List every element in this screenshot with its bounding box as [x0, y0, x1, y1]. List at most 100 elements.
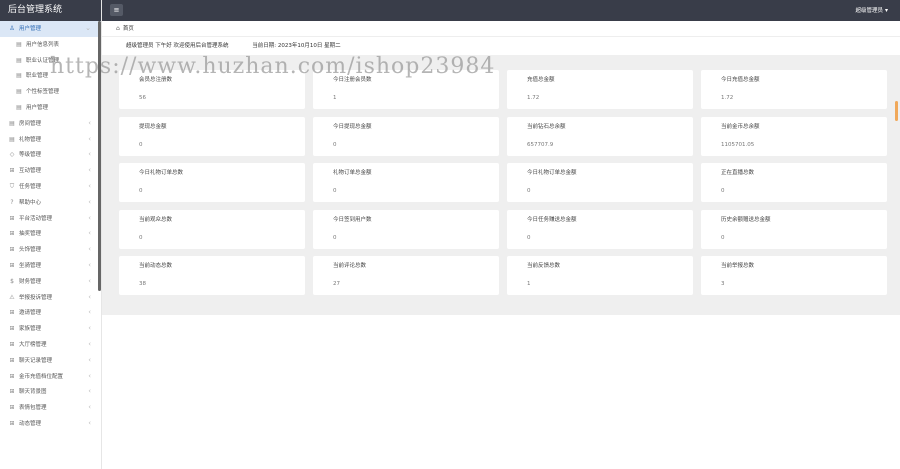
stat-card: 当前动态总数 38	[119, 256, 305, 295]
stat-value: 0	[139, 141, 143, 148]
sidebar-item[interactable]: ⊞ 头饰管理 ‹	[0, 242, 101, 258]
stat-label: 当前钻石总余额	[527, 123, 566, 130]
stat-card: 充值总金额 1.72	[507, 70, 693, 109]
sidebar-item[interactable]: ⛉ 任务管理 ‹	[0, 179, 101, 195]
stat-value: 0	[333, 234, 337, 241]
stat-card: 当前举报总数 3	[701, 256, 887, 295]
chevron-left-icon: ‹	[88, 197, 91, 206]
sidebar-item[interactable]: ▤ 礼物管理 ‹	[0, 132, 101, 148]
stat-card: 今日提现总金额 0	[313, 116, 499, 156]
sidebar-item[interactable]: ♙ 用户管理 ⌄	[0, 21, 101, 37]
sidebar-item[interactable]: ◇ 等级管理 ‹	[0, 147, 101, 163]
menu-toggle-icon[interactable]: ≡	[110, 4, 123, 16]
chevron-left-icon: ‹	[88, 150, 91, 159]
sidebar-item-label: 坐骑管理	[19, 262, 42, 269]
sidebar-item[interactable]: ▤ 房间管理 ‹	[0, 116, 101, 132]
stat-value: 657707.9	[527, 141, 554, 148]
sidebar-item[interactable]: ⊞ 聊天背景图 ‹	[0, 384, 101, 400]
sidebar-item-label: 头饰管理	[19, 247, 42, 254]
sidebar-item-label: 个性标签管理	[26, 89, 60, 96]
stat-label: 今日提现总金额	[333, 123, 372, 130]
chevron-down-icon: ⌄	[85, 24, 91, 32]
stat-value: 0	[333, 141, 337, 148]
sidebar-item-label: 邀请管理	[19, 310, 42, 317]
sidebar-item-label: 动态管理	[19, 420, 42, 427]
sidebar-menu: ♙ 用户管理 ⌄ ▤ 用户信息列表 ▤ 职业认证管理 ▤ 职业管理 ▤ 个性标签管理 ▤ 用户管理 ▤ 房间…	[0, 21, 101, 432]
sidebar-item[interactable]: ⚠ 举报投诉管理 ‹	[0, 290, 101, 306]
stat-value: 0	[721, 188, 725, 194]
welcome-greeting: 超级管理员 下午好 欢迎使用后台管理系统	[126, 43, 229, 49]
sidebar-item-label: 礼物管理	[19, 136, 42, 143]
breadcrumb-home[interactable]: 首页	[123, 26, 134, 32]
stat-card: 当前观众总数 0	[119, 209, 305, 249]
grid-icon: ⊞	[9, 214, 15, 222]
stat-value: 1.72	[527, 95, 540, 101]
chevron-left-icon: ‹	[88, 245, 91, 254]
chevron-left-icon: ‹	[88, 355, 91, 364]
sidebar-subitem[interactable]: ▤ 用户管理	[0, 100, 101, 116]
sidebar-item[interactable]: ⊞ 平台活动管理 ‹	[0, 211, 101, 227]
list-icon: ▤	[16, 56, 22, 64]
content-scrollbar[interactable]	[895, 101, 898, 121]
sidebar-item[interactable]: ⊞ 坐骑管理 ‹	[0, 258, 101, 274]
stat-value: 0	[721, 234, 725, 241]
sidebar-item[interactable]: ⊞ 动态管理 ‹	[0, 416, 101, 432]
sidebar-item-label: 互动管理	[19, 168, 42, 175]
stat-label: 当前反馈总数	[527, 263, 561, 269]
stat-value: 1105701.05	[721, 141, 755, 148]
stat-label: 今日任务赚送总金额	[527, 216, 577, 223]
sidebar-item[interactable]: ⊞ 大厅榜管理 ‹	[0, 337, 101, 353]
sidebar-item-label: 用户管理	[19, 26, 42, 32]
stat-label: 当前动态总数	[139, 263, 173, 269]
chevron-left-icon: ‹	[88, 324, 91, 333]
sidebar-item-label: 房间管理	[19, 120, 42, 127]
warning-icon: ⚠	[9, 293, 15, 301]
user-menu[interactable]: 超级管理员 ▾	[855, 0, 888, 22]
sidebar-item[interactable]: ⊞ 聊天记录管理 ‹	[0, 353, 101, 369]
chevron-left-icon: ‹	[88, 403, 91, 412]
chevron-left-icon: ‹	[88, 308, 91, 317]
sidebar-item[interactable]: ⊞ 表情包管理 ‹	[0, 400, 101, 416]
sidebar-item-label: 平台活动管理	[19, 215, 53, 222]
sidebar-item-label: 职业管理	[26, 73, 49, 80]
app-title: 后台管理系统	[0, 0, 101, 21]
grid-icon: ⊞	[9, 388, 15, 396]
sidebar-item[interactable]: ⊞ 抽奖管理 ‹	[0, 226, 101, 242]
stat-value: 3	[721, 281, 725, 287]
sidebar-item[interactable]: $ 财务管理 ‹	[0, 274, 101, 290]
chevron-left-icon: ‹	[88, 118, 91, 127]
grid-icon: ⊞	[9, 167, 15, 175]
chevron-left-icon: ‹	[88, 371, 91, 380]
chevron-left-icon: ‹	[88, 339, 91, 348]
stat-card: 今日充值总金额 1.72	[701, 70, 887, 109]
grid-icon: ⊞	[9, 261, 15, 269]
stat-label: 提现总金额	[139, 123, 167, 130]
sidebar-item[interactable]: ⊞ 家族管理 ‹	[0, 321, 101, 337]
grid-icon: ⊞	[9, 372, 15, 380]
file-icon: ▤	[9, 119, 15, 127]
sidebar-item[interactable]: ? 帮助中心 ‹	[0, 195, 101, 211]
stat-label: 今日礼物订单总数	[139, 170, 184, 176]
sidebar-item[interactable]: ⊞ 互动管理 ‹	[0, 163, 101, 179]
stat-value: 0	[139, 234, 143, 241]
shield-icon: ⛉	[9, 182, 15, 190]
help-icon: ?	[10, 198, 14, 206]
grid-icon: ⊞	[9, 230, 15, 238]
sidebar-item[interactable]: ⊞ 邀请管理 ‹	[0, 305, 101, 321]
sidebar-item[interactable]: ⊞ 金币充值档位配置 ‹	[0, 369, 101, 385]
stat-card: 今日礼物订单总数 0	[119, 163, 305, 202]
chevron-left-icon: ‹	[88, 260, 91, 269]
stat-card: 正在直播总数 0	[701, 163, 887, 202]
sidebar-item-label: 帮助中心	[19, 199, 42, 206]
grid-icon: ⊞	[9, 309, 15, 317]
chevron-left-icon: ‹	[88, 276, 91, 285]
current-date: 当前日期: 2023年10月10日 星期二	[252, 43, 341, 49]
stat-value: 0	[333, 188, 337, 194]
stat-label: 正在直播总数	[721, 170, 755, 176]
sidebar-subitem[interactable]: ▤ 用户信息列表	[0, 37, 101, 53]
stat-value: 38	[139, 281, 146, 287]
stat-label: 充值总金额	[527, 77, 555, 83]
stat-label: 当前评论总数	[333, 263, 367, 269]
chevron-left-icon: ‹	[88, 213, 91, 222]
sidebar-subitem[interactable]: ▤ 个性标签管理	[0, 84, 101, 100]
